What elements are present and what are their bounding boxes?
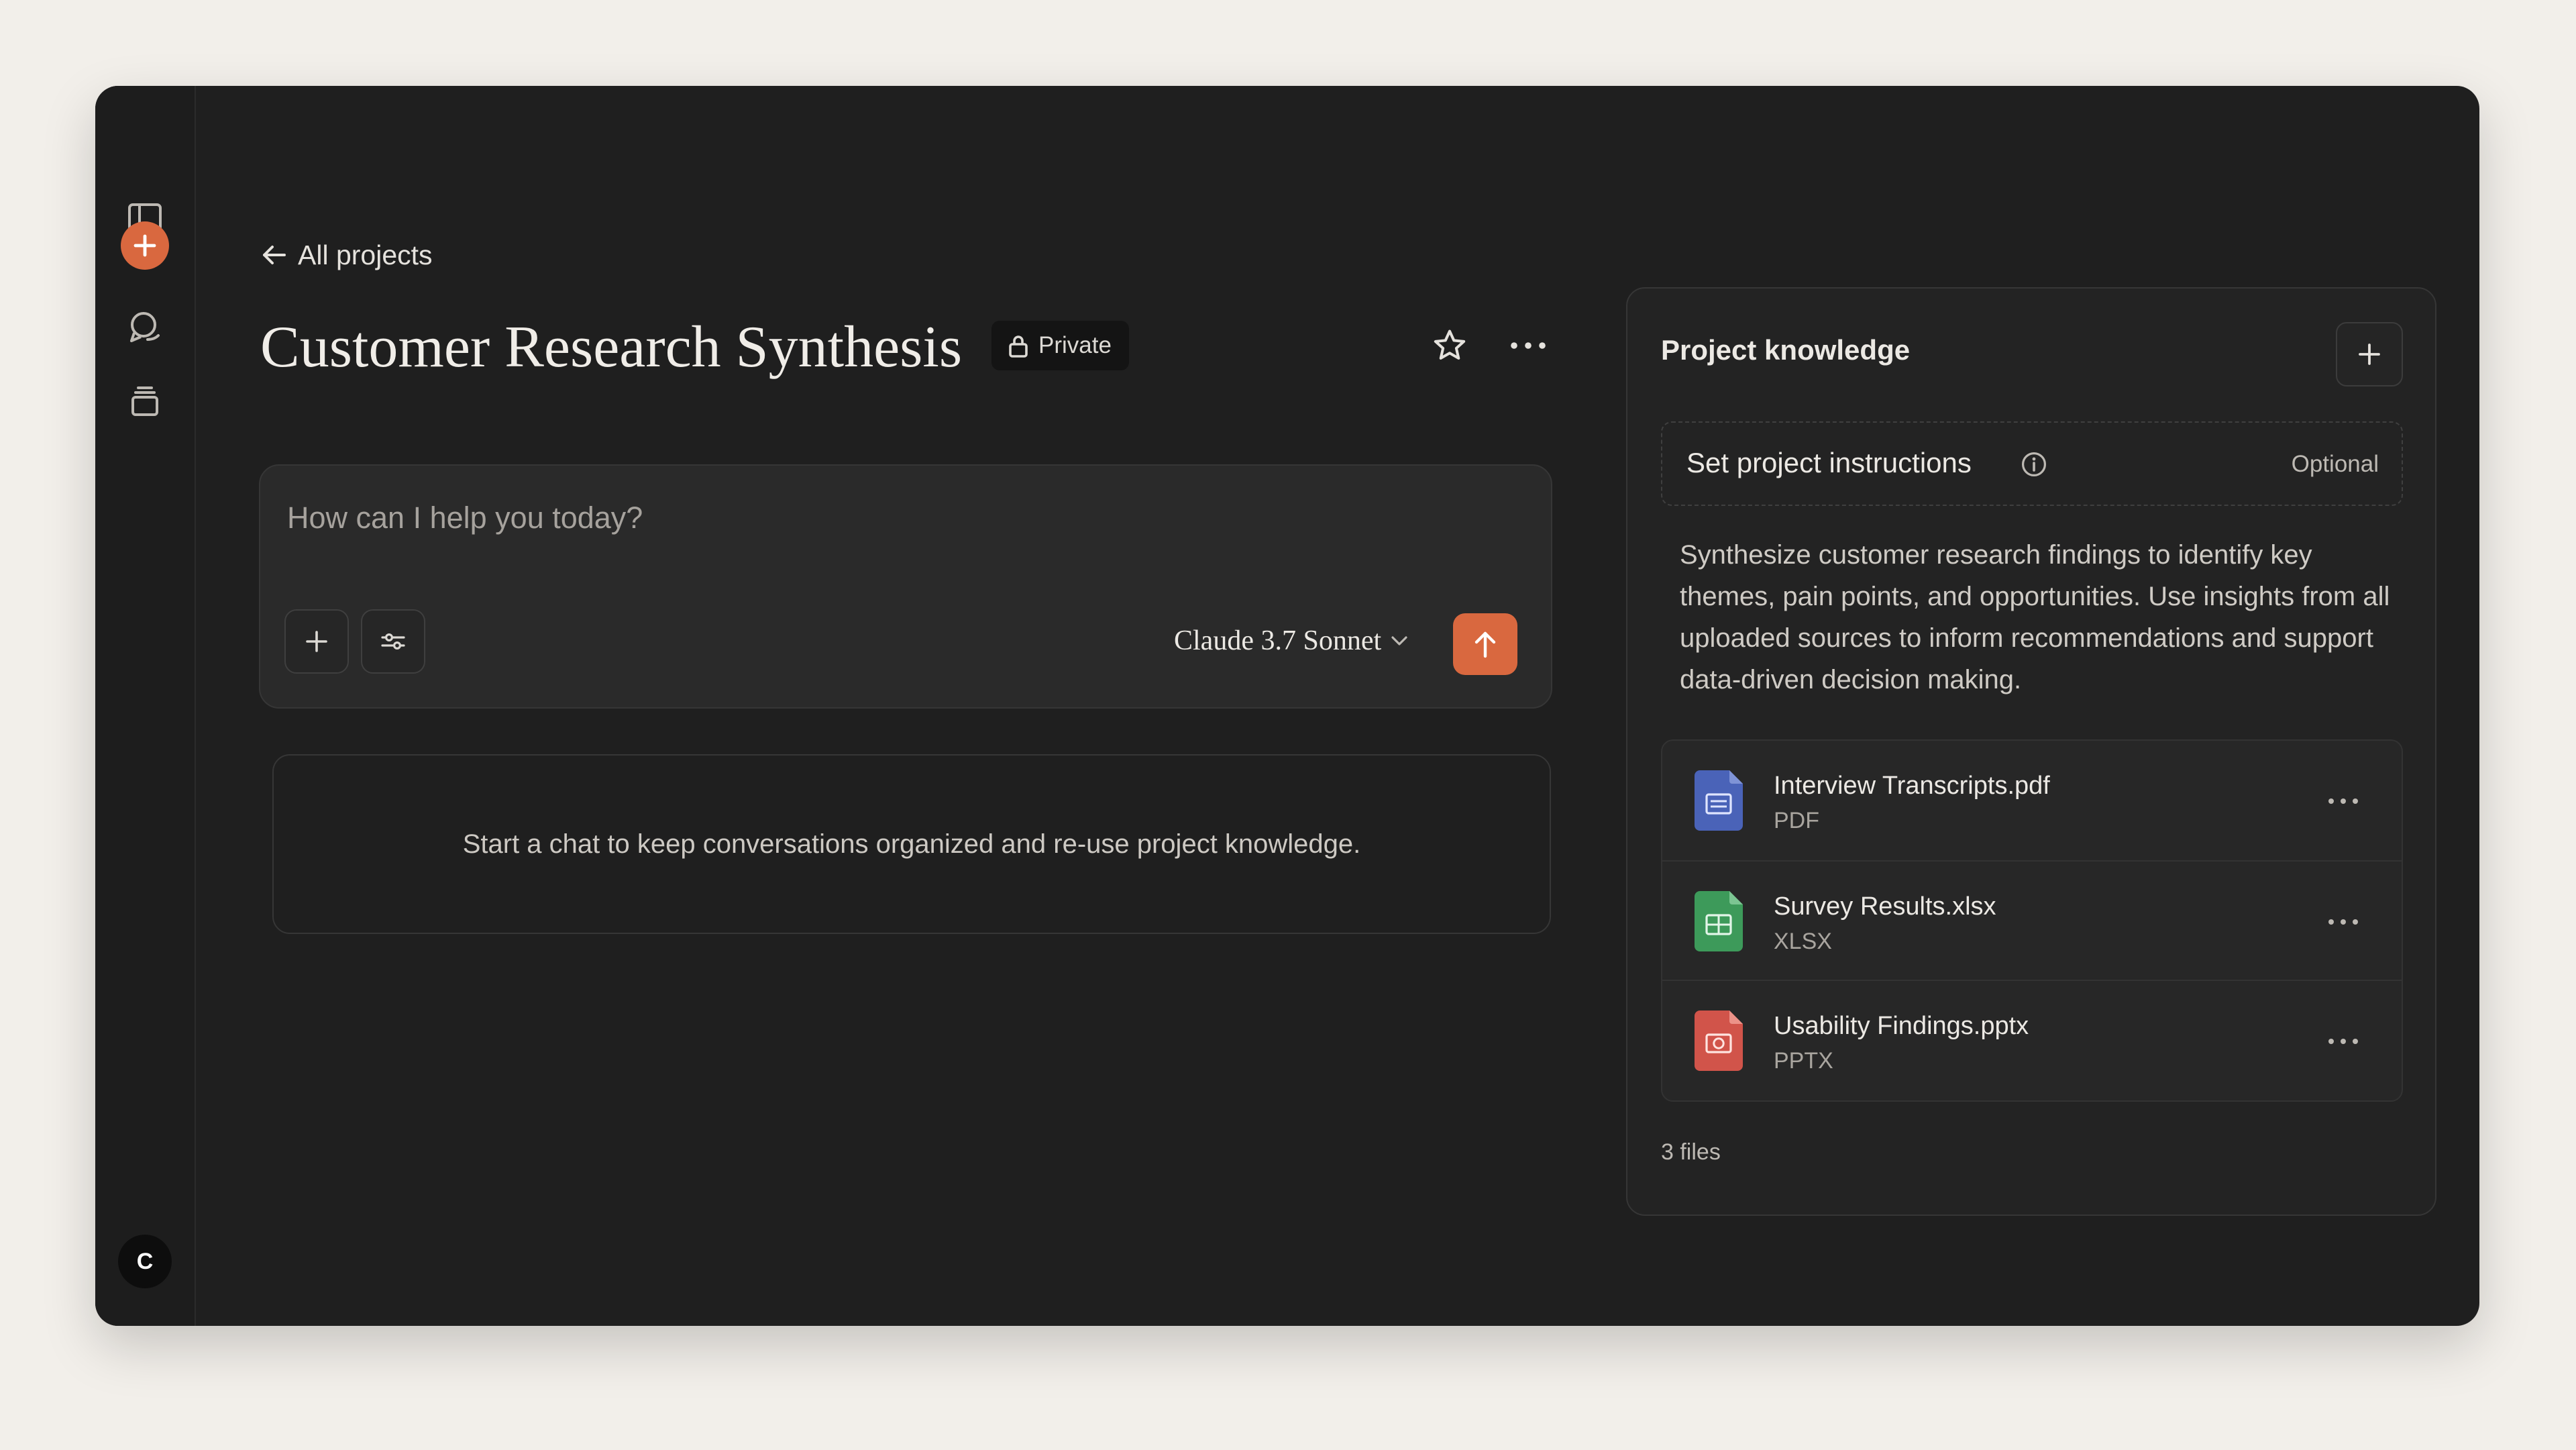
visibility-label: Private bbox=[1038, 332, 1112, 358]
model-label: Claude 3.7 Sonnet bbox=[1174, 625, 1382, 656]
empty-state-text: Start a chat to keep conversations organ… bbox=[462, 829, 1361, 859]
visibility-badge: Private bbox=[991, 321, 1129, 370]
more-horizontal-icon bbox=[2328, 919, 2358, 925]
avatar-initial: C bbox=[136, 1248, 154, 1274]
chats-icon[interactable] bbox=[125, 307, 165, 348]
user-avatar[interactable]: C bbox=[118, 1235, 172, 1288]
arrow-left-icon bbox=[263, 246, 286, 264]
more-horizontal-icon bbox=[1511, 342, 1546, 349]
more-horizontal-icon bbox=[2328, 798, 2358, 804]
chevron-down-icon bbox=[1391, 636, 1407, 645]
all-projects-label: All projects bbox=[298, 239, 433, 270]
file-type: XLSX bbox=[1774, 929, 1832, 954]
file-more-button[interactable] bbox=[2320, 1021, 2367, 1061]
file-name: Survey Results.xlsx bbox=[1774, 892, 1996, 921]
file-item[interactable]: Survey Results.xlsx XLSX bbox=[1662, 860, 2402, 981]
lock-icon bbox=[1009, 335, 1028, 358]
file-name: Usability Findings.pptx bbox=[1774, 1012, 2029, 1040]
project-knowledge-panel: Project knowledge Set project instructio… bbox=[1626, 287, 2436, 1216]
pdf-document-icon bbox=[1695, 770, 1743, 831]
project-more-button[interactable] bbox=[1501, 322, 1555, 369]
empty-chats-message: Start a chat to keep conversations organ… bbox=[272, 754, 1551, 934]
project-instructions-text: Synthesize customer research findings to… bbox=[1680, 540, 2390, 694]
plus-icon bbox=[306, 631, 327, 652]
send-button[interactable] bbox=[1453, 613, 1517, 675]
file-name: Interview Transcripts.pdf bbox=[1774, 772, 2050, 800]
app-window: C All projects Customer Research Synthes… bbox=[95, 86, 2479, 1326]
add-knowledge-button[interactable] bbox=[2336, 322, 2403, 386]
file-type: PPTX bbox=[1774, 1048, 1833, 1074]
instructions-optional: Optional bbox=[2291, 451, 2379, 477]
chat-composer: Claude 3.7 Sonnet bbox=[259, 464, 1552, 709]
plus-icon bbox=[2359, 344, 2380, 365]
sliders-icon bbox=[381, 633, 405, 650]
more-horizontal-icon bbox=[2328, 1039, 2358, 1044]
chat-input[interactable] bbox=[286, 494, 1496, 542]
file-more-button[interactable] bbox=[2320, 902, 2367, 942]
file-more-button[interactable] bbox=[2320, 781, 2367, 821]
file-item[interactable]: Usability Findings.pptx PPTX bbox=[1662, 980, 2402, 1100]
projects-icon[interactable] bbox=[125, 381, 165, 421]
model-selector[interactable]: Claude 3.7 Sonnet bbox=[1174, 617, 1408, 664]
project-title: Customer Research Synthesis bbox=[260, 315, 963, 380]
tools-button[interactable] bbox=[361, 609, 425, 674]
presentation-icon bbox=[1695, 1011, 1743, 1071]
file-item[interactable]: Interview Transcripts.pdf PDF bbox=[1662, 741, 2402, 860]
panel-title: Project knowledge bbox=[1661, 334, 1911, 366]
file-type: PDF bbox=[1774, 808, 1819, 833]
star-icon bbox=[1434, 329, 1466, 360]
info-icon bbox=[2022, 452, 2046, 476]
plus-icon bbox=[133, 234, 156, 257]
all-projects-link[interactable]: All projects bbox=[260, 235, 433, 275]
arrow-up-icon bbox=[1474, 631, 1496, 658]
file-count: 3 files bbox=[1661, 1139, 1721, 1165]
spreadsheet-icon bbox=[1695, 891, 1743, 951]
set-project-instructions-button[interactable]: Set project instructions Optional bbox=[1661, 421, 2403, 506]
new-chat-button[interactable] bbox=[121, 221, 169, 270]
instructions-label: Set project instructions bbox=[1686, 447, 1972, 478]
favorite-button[interactable] bbox=[1426, 322, 1473, 369]
attach-button[interactable] bbox=[284, 609, 349, 674]
file-list: Interview Transcripts.pdf PDF Survey Res… bbox=[1661, 739, 2403, 1102]
sidebar: C bbox=[95, 86, 196, 1326]
